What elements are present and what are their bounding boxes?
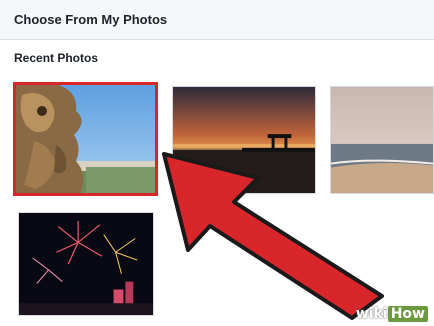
lion-statue-photo xyxy=(16,85,155,193)
photo-thumbnail-sunset-pier[interactable] xyxy=(172,86,316,194)
photo-thumbnail-lion-statue[interactable] xyxy=(13,82,158,196)
dialog-header: Choose From My Photos xyxy=(0,0,434,40)
dialog-title: Choose From My Photos xyxy=(14,12,168,27)
sunset-pier-photo xyxy=(173,87,315,193)
photo-thumbnail-fireworks[interactable] xyxy=(18,212,154,316)
fireworks-photo xyxy=(19,213,153,315)
watermark-wiki: wiki xyxy=(355,306,388,322)
wikihow-watermark: wiki How xyxy=(356,306,428,322)
beach-photo xyxy=(331,87,433,193)
watermark-how: How xyxy=(387,306,428,322)
photo-thumbnail-beach[interactable] xyxy=(330,86,434,194)
recent-photos-heading: Recent Photos xyxy=(14,51,99,65)
